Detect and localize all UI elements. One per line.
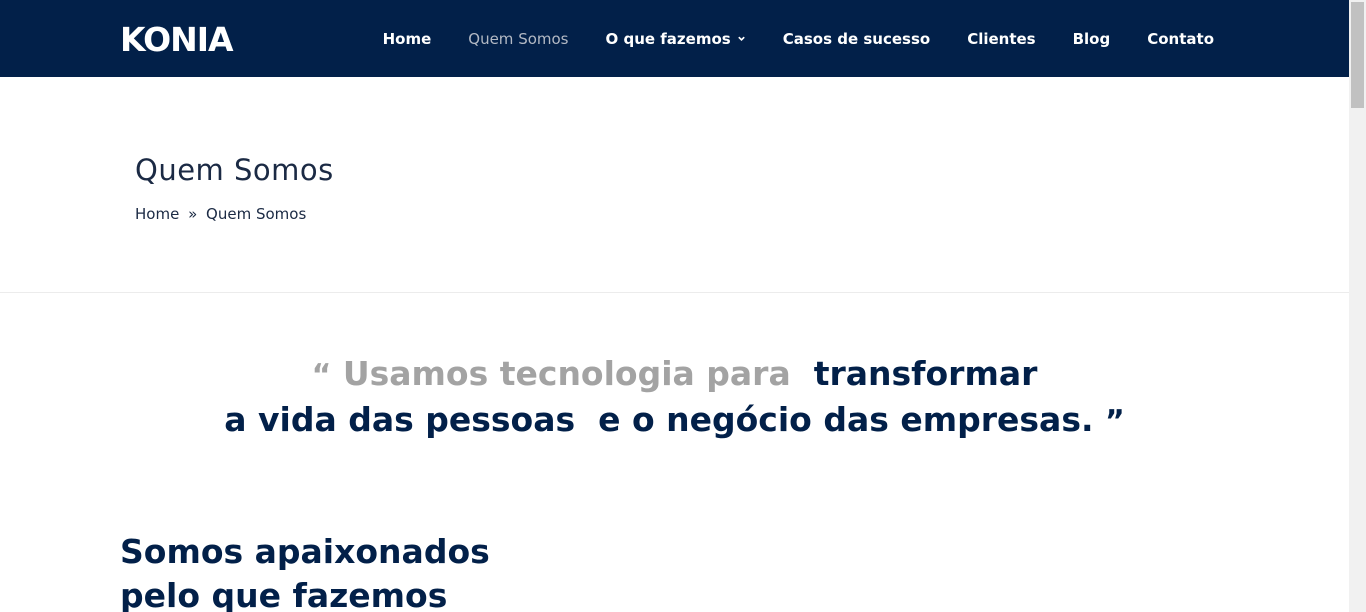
nav-item-casos-de-sucesso[interactable]: Casos de sucesso (783, 30, 930, 48)
vertical-scrollbar[interactable] (1349, 0, 1366, 612)
quote-open-mark: “ (311, 358, 332, 393)
mission-quote: “ Usamos tecnologia para transformar a v… (0, 352, 1349, 444)
quote-part-3: a vida das pessoas (224, 400, 576, 439)
nav-item-contato[interactable]: Contato (1147, 30, 1214, 48)
breadcrumb: Home » Quem Somos (135, 205, 306, 223)
nav-item-label: Contato (1147, 29, 1214, 48)
breadcrumb-home-link[interactable]: Home (135, 205, 179, 223)
breadcrumb-separator: » (188, 205, 198, 223)
nav-item-label: Casos de sucesso (782, 29, 931, 48)
nav-item-clientes[interactable]: Clientes (967, 30, 1035, 48)
page: KONIA Home Quem Somos O que fazemos Caso… (0, 0, 1366, 612)
breadcrumb-current: Quem Somos (206, 205, 307, 223)
main-nav: Home Quem Somos O que fazemos Casos de s… (346, 0, 1214, 77)
logo-text: KONIA (120, 20, 234, 59)
scrollbar-thumb[interactable] (1351, 2, 1364, 108)
nav-item-label: Clientes (967, 29, 1036, 48)
nav-item-label: Blog (1072, 29, 1111, 48)
logo[interactable]: KONIA (120, 20, 234, 59)
quote-line-1: “ Usamos tecnologia para transformar (0, 352, 1349, 398)
quote-part-4: e o negócio das empresas. (598, 400, 1094, 439)
nav-item-label: Quem Somos (468, 29, 569, 48)
page-title: Quem Somos (135, 153, 334, 187)
nav-item-o-que-fazemos[interactable]: O que fazemos (606, 30, 746, 48)
nav-item-label: O que fazemos (605, 29, 731, 48)
quote-line-2: a vida das pessoas e o negócio das empre… (0, 398, 1349, 444)
section-heading: Somos apaixonados pelo que fazemos (120, 530, 490, 612)
nav-item-label: Home (382, 29, 432, 48)
nav-item-blog[interactable]: Blog (1073, 30, 1111, 48)
quote-part-1: Usamos tecnologia para (342, 354, 791, 393)
section-heading-line-1: Somos apaixonados (120, 532, 490, 571)
chevron-down-icon (737, 36, 745, 41)
nav-item-home[interactable]: Home (383, 30, 432, 48)
quote-close-mark: ” (1105, 404, 1125, 439)
site-header: KONIA Home Quem Somos O que fazemos Caso… (0, 0, 1349, 77)
section-heading-line-2: pelo que fazemos (120, 576, 448, 612)
nav-item-quem-somos[interactable]: Quem Somos (468, 30, 568, 48)
quote-part-2: transformar (813, 354, 1038, 393)
page-title-area: Quem Somos Home » Quem Somos (0, 77, 1349, 293)
